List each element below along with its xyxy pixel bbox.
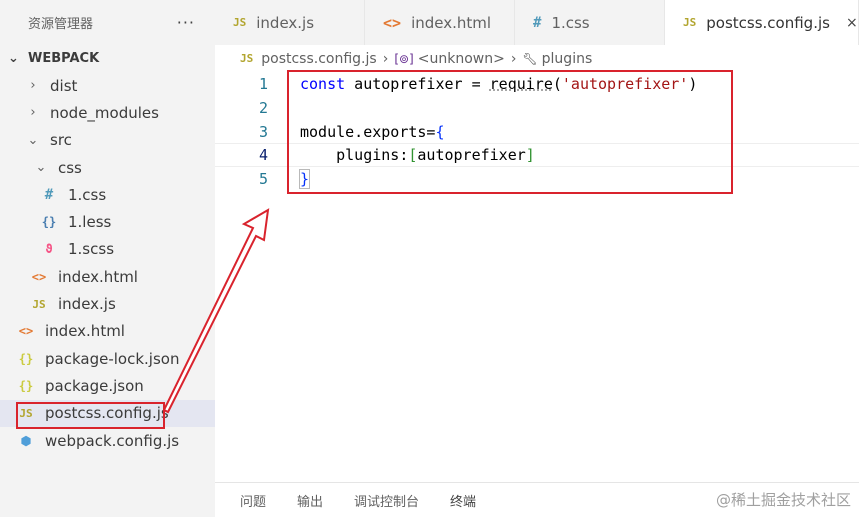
tree-item-src[interactable]: ⌄ src xyxy=(0,127,215,154)
tree-item-index-html[interactable]: <> index.html xyxy=(0,318,215,345)
tree-item-label: dist xyxy=(50,76,78,95)
tree-item-label: src xyxy=(50,131,72,150)
less-file-icon: {} xyxy=(41,215,57,230)
explorer-header: 资源管理器 ··· xyxy=(0,0,215,44)
tree-item-1-scss[interactable]: ϑ 1.scss xyxy=(0,236,215,263)
html-file-icon: <> xyxy=(31,269,47,284)
line-number: 5 xyxy=(258,170,268,188)
explorer-title: 资源管理器 xyxy=(28,16,94,32)
json-file-icon: {} xyxy=(18,378,34,393)
tree-item-label: 1.scss xyxy=(68,240,115,259)
breadcrumb-scope[interactable]: <unknown> xyxy=(418,51,505,67)
tree-item-css-folder[interactable]: ⌄ css xyxy=(0,154,215,181)
html-file-icon: <> xyxy=(18,324,34,339)
close-icon[interactable]: × xyxy=(846,15,858,31)
tree-item-package-lock-json[interactable]: {} package-lock.json xyxy=(0,345,215,372)
css-file-icon: # xyxy=(44,186,54,203)
webpack-file-icon: ⬢ xyxy=(20,433,32,448)
tree-item-label: 1.less xyxy=(68,213,112,232)
panel-tab-terminal[interactable]: 终端 xyxy=(450,491,476,510)
tab-postcss-config-js[interactable]: JS postcss.config.js × xyxy=(665,0,859,45)
breadcrumb-symbol[interactable]: plugins xyxy=(542,51,593,67)
annotation-highlight-sidebar xyxy=(16,402,165,429)
chevron-right-icon: › xyxy=(30,105,36,121)
line-number: 3 xyxy=(258,123,268,141)
js-file-icon: JS xyxy=(233,16,247,29)
workspace-section[interactable]: ⌄ WEBPACK xyxy=(0,44,215,72)
explorer-sidebar: 资源管理器 ··· ⌄ WEBPACK › dist › node_module… xyxy=(0,0,215,517)
line-number: 2 xyxy=(258,99,268,117)
tree-item-package-json[interactable]: {} package.json xyxy=(0,372,215,399)
js-file-icon: JS xyxy=(32,297,46,311)
json-file-icon: {} xyxy=(18,351,34,366)
tree-item-label: index.html xyxy=(58,267,138,286)
wrench-icon: 🔧︎ xyxy=(522,51,538,66)
tab-index-html[interactable]: <> index.html xyxy=(365,0,515,45)
chevron-down-icon: ⌄ xyxy=(27,132,39,148)
workspace-title: WEBPACK xyxy=(28,50,100,66)
breadcrumb: JS postcss.config.js › [⊚] <unknown> › 🔧… xyxy=(215,45,859,72)
variable-icon: [⊚] xyxy=(394,51,414,66)
more-actions-icon[interactable]: ··· xyxy=(177,13,195,32)
annotation-highlight-code xyxy=(287,70,733,194)
panel-tab-output[interactable]: 输出 xyxy=(297,491,323,510)
css-file-icon: # xyxy=(533,14,542,31)
scss-file-icon: ϑ xyxy=(45,242,53,257)
tree-item-1-css[interactable]: # 1.css xyxy=(0,181,215,208)
tree-item-src-index-js[interactable]: JS index.js xyxy=(0,290,215,317)
chevron-down-icon: ⌄ xyxy=(35,160,47,176)
tree-item-1-less[interactable]: {} 1.less xyxy=(0,208,215,235)
tree-item-webpack-config-js[interactable]: ⬢ webpack.config.js xyxy=(0,427,215,454)
chevron-right-icon: › xyxy=(30,78,36,94)
tree-item-node-modules[interactable]: › node_modules xyxy=(0,99,215,126)
tab-label: index.js xyxy=(256,13,315,32)
tree-item-label: index.html xyxy=(45,322,125,341)
tree-item-label: package-lock.json xyxy=(45,349,180,368)
chevron-right-icon: › xyxy=(510,50,517,67)
chevron-right-icon: › xyxy=(382,50,389,67)
tab-index-js[interactable]: JS index.js xyxy=(215,0,365,45)
tab-label: postcss.config.js xyxy=(706,13,830,32)
breadcrumb-file[interactable]: postcss.config.js xyxy=(261,51,376,67)
html-file-icon: <> xyxy=(383,13,402,32)
tab-1-css[interactable]: # 1.css xyxy=(515,0,665,45)
tree-item-label: css xyxy=(58,158,82,177)
tab-label: index.html xyxy=(411,13,492,32)
panel-tab-debug-console[interactable]: 调试控制台 xyxy=(354,491,419,510)
tab-label: 1.css xyxy=(551,13,590,32)
tree-item-label: node_modules xyxy=(50,103,159,122)
editor-tabbar: JS index.js <> index.html # 1.css JS pos… xyxy=(215,0,859,45)
tree-item-label: index.js xyxy=(58,295,116,314)
js-file-icon: JS xyxy=(240,52,254,65)
tree-item-src-index-html[interactable]: <> index.html xyxy=(0,263,215,290)
line-number: 4 xyxy=(258,146,268,164)
tree-item-label: webpack.config.js xyxy=(45,431,180,450)
line-number: 1 xyxy=(258,75,268,93)
tree-item-label: package.json xyxy=(45,376,144,395)
watermark: @稀土掘金技术社区 xyxy=(715,491,851,509)
chevron-down-icon: ⌄ xyxy=(8,50,19,66)
js-file-icon: JS xyxy=(683,16,697,29)
panel-tab-problems[interactable]: 问题 xyxy=(240,491,266,510)
tree-item-dist[interactable]: › dist xyxy=(0,72,215,99)
tree-item-label: 1.css xyxy=(68,185,107,204)
